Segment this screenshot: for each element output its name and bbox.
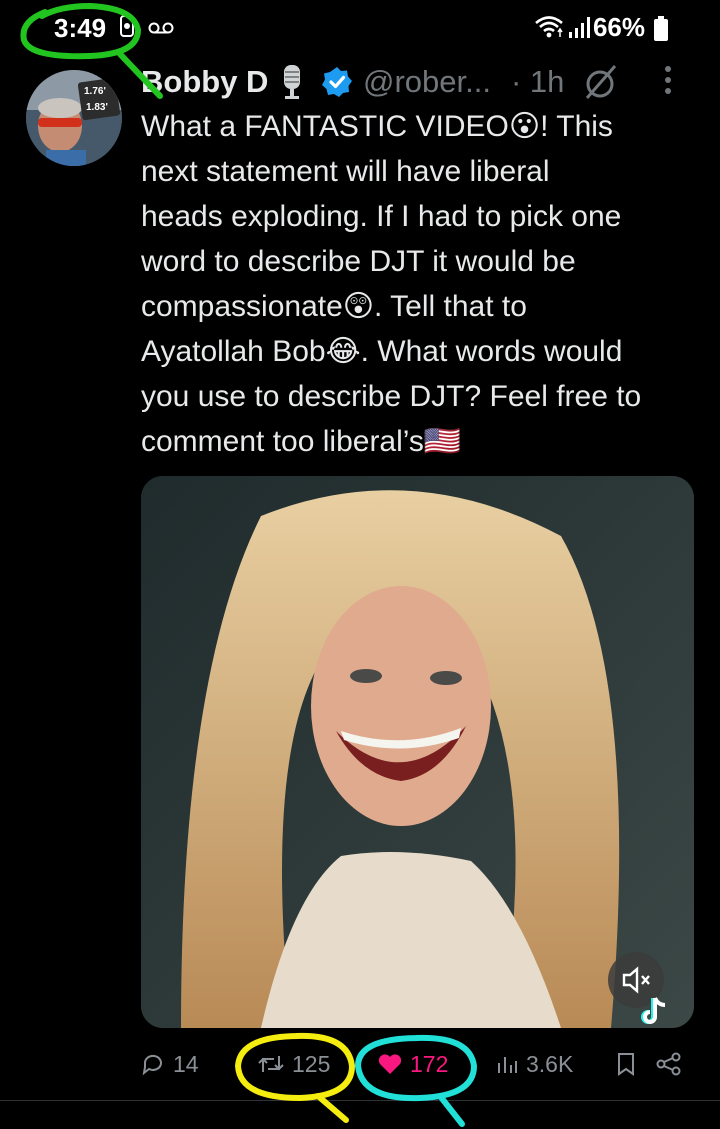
voicemail-icon <box>148 18 174 41</box>
bookmark-icon <box>618 1053 634 1076</box>
action-bar: 14 125 172 3.6K <box>0 1036 720 1096</box>
view-count: 3.6K <box>526 1050 574 1077</box>
views-button[interactable]: 3.6K <box>496 1036 573 1092</box>
like-count: 172 <box>410 1050 449 1077</box>
like-icon <box>378 1054 402 1074</box>
microphone-icon <box>279 64 305 108</box>
divider <box>0 1100 720 1101</box>
battery-percent: 66% <box>592 12 645 42</box>
display-name[interactable]: Bobby D <box>141 64 268 100</box>
bookmark-button[interactable] <box>616 1036 636 1092</box>
reply-button[interactable]: 14 <box>141 1036 199 1092</box>
tiktok-icon <box>638 996 668 1028</box>
battery-icon <box>654 16 668 47</box>
wifi-icon <box>534 14 564 46</box>
signal-icon <box>568 14 594 46</box>
like-button[interactable]: 172 <box>378 1036 448 1092</box>
status-time: 3:49 <box>54 13 107 43</box>
grok-icon[interactable] <box>581 62 621 110</box>
timestamp[interactable]: · 1h <box>511 64 564 100</box>
reply-count: 14 <box>173 1050 199 1077</box>
repost-icon <box>258 1056 284 1072</box>
avatar[interactable]: 1.76' 1.83' <box>26 70 122 166</box>
views-icon <box>498 1057 517 1073</box>
notification-icon <box>120 14 134 44</box>
verified-badge-icon <box>321 66 353 106</box>
share-button[interactable] <box>656 1036 682 1092</box>
tweet-text: What a FANTASTIC VIDEO😮! This next state… <box>141 110 642 458</box>
repost-count: 125 <box>292 1050 331 1077</box>
avatar-sign-text-1: 1.76' <box>84 86 106 97</box>
reply-icon <box>142 1054 162 1076</box>
status-bar: 3:49 66% <box>0 0 720 56</box>
tweet-header: Bobby D @rober... · 1h <box>141 62 701 102</box>
more-icon[interactable] <box>663 64 673 104</box>
handle[interactable]: @rober... <box>363 64 491 100</box>
repost-button[interactable]: 125 <box>258 1036 330 1092</box>
avatar-sign-text-2: 1.83' <box>86 102 108 113</box>
share-icon <box>656 1052 681 1076</box>
tweet-video[interactable] <box>141 476 694 1028</box>
